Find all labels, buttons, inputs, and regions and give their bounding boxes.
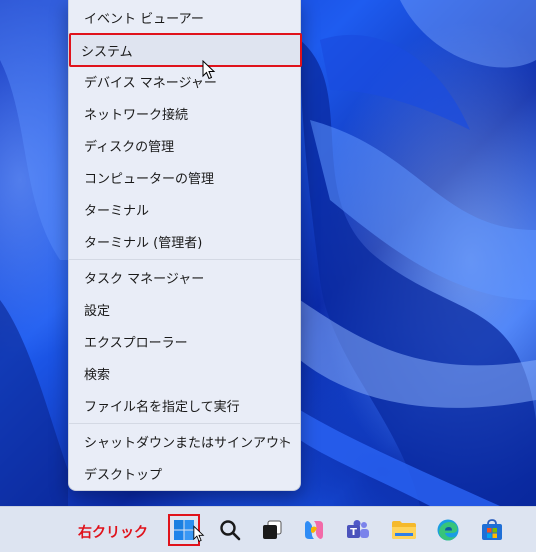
menu-item-label: デスクトップ [84, 467, 163, 483]
menu-item-run[interactable]: ファイル名を指定して実行 [73, 390, 298, 420]
right-click-annotation: 右クリック [78, 525, 148, 541]
chevron-right-icon: › [279, 434, 284, 448]
menu-item-file-explorer[interactable]: エクスプローラー [73, 326, 298, 356]
menu-item-shutdown-signout[interactable]: シャットダウンまたはサインアウト › [73, 426, 298, 456]
menu-item-terminal[interactable]: ターミナル [73, 194, 298, 224]
menu-item-search[interactable]: 検索 [73, 358, 298, 388]
menu-item-label: エクスプローラー [84, 335, 188, 351]
menu-separator [69, 423, 300, 424]
menu-item-label: シャットダウンまたはサインアウト [84, 435, 293, 451]
menu-separator [69, 259, 300, 260]
menu-item-label: イベント ビューアー [84, 11, 204, 27]
menu-item-disk-management[interactable]: ディスクの管理 [73, 130, 298, 160]
file-explorer-icon[interactable] [390, 516, 418, 544]
menu-item-label: タスク マネージャー [84, 271, 205, 287]
menu-item-label: デバイス マネージャー [84, 75, 217, 91]
mouse-cursor-icon [193, 525, 205, 542]
menu-item-task-manager[interactable]: タスク マネージャー [73, 262, 298, 292]
menu-item-settings[interactable]: 設定 [73, 294, 298, 324]
mouse-cursor-icon [202, 60, 216, 80]
menu-item-label: ターミナル (管理者) [84, 235, 203, 251]
menu-item-device-manager[interactable]: デバイス マネージャー [73, 66, 298, 96]
store-icon[interactable] [478, 516, 506, 544]
menu-item-network-connections[interactable]: ネットワーク接続 [73, 98, 298, 128]
edge-icon[interactable] [434, 516, 462, 544]
menu-item-label: 検索 [84, 367, 111, 383]
menu-item-event-viewer[interactable]: イベント ビューアー [73, 2, 298, 32]
task-view-icon[interactable] [258, 516, 286, 544]
menu-item-label: ネットワーク接続 [84, 107, 189, 123]
start-context-menu: イベント ビューアー システム デバイス マネージャー ネットワーク接続 ディス… [68, 0, 302, 491]
menu-item-label: システム [81, 44, 133, 60]
menu-item-label: 設定 [84, 303, 111, 319]
menu-item-terminal-admin[interactable]: ターミナル (管理者) [73, 226, 298, 256]
menu-item-label: ファイル名を指定して実行 [84, 399, 240, 415]
taskbar: 右クリック T [0, 506, 536, 552]
svg-text:T: T [350, 527, 357, 538]
teams-icon[interactable]: T [344, 516, 372, 544]
search-icon[interactable] [216, 516, 244, 544]
copilot-icon[interactable] [300, 516, 328, 544]
menu-item-label: ターミナル [84, 203, 150, 219]
menu-item-computer-management[interactable]: コンピューターの管理 [73, 162, 298, 192]
menu-item-label: コンピューターの管理 [84, 171, 215, 187]
menu-item-system[interactable]: システム [69, 33, 302, 67]
menu-item-label: ディスクの管理 [84, 139, 175, 155]
menu-item-desktop[interactable]: デスクトップ [73, 458, 298, 488]
